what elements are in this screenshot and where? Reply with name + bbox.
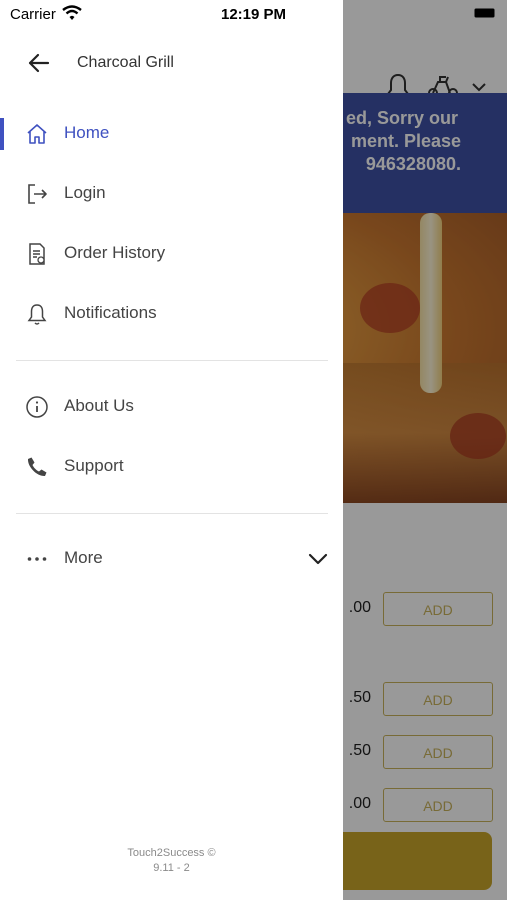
restaurant-name: Charcoal Grill <box>77 54 174 71</box>
divider <box>16 513 328 514</box>
home-icon <box>27 124 47 144</box>
info-icon <box>26 396 48 418</box>
chevron-down-icon[interactable] <box>306 547 330 571</box>
wifi-icon <box>62 5 82 20</box>
menu-item-order-history[interactable]: Order History <box>0 229 343 279</box>
status-time: 12:19 PM <box>221 6 287 23</box>
menu-item-label: More <box>64 548 103 567</box>
footer-brand: Touch2Success © <box>127 847 216 859</box>
menu-item-more[interactable]: More <box>0 534 343 584</box>
drawer-header: Charcoal Grill <box>0 38 343 88</box>
receipt-icon <box>29 243 45 265</box>
status-bar: Carrier 12:19 PM <box>0 0 507 28</box>
menu-item-label: Notifications <box>64 303 157 322</box>
active-indicator <box>0 118 4 150</box>
menu-item-login[interactable]: Login <box>0 169 343 219</box>
menu-item-label: Support <box>64 456 124 475</box>
footer-version: 9.11 - 2 <box>153 862 190 874</box>
bell-icon <box>27 304 47 325</box>
menu-item-about-us[interactable]: About Us <box>0 382 343 432</box>
drawer-footer: Touch2Success © 9.11 - 2 <box>0 846 343 876</box>
navigation-drawer: Charcoal Grill Home Login Order History … <box>0 0 343 900</box>
menu-item-support[interactable]: Support <box>0 442 343 492</box>
menu-item-notifications[interactable]: Notifications <box>0 289 343 339</box>
carrier-label: Carrier <box>10 6 56 23</box>
menu-item-label: Order History <box>64 243 166 262</box>
login-icon <box>28 184 47 204</box>
menu-item-home[interactable]: Home <box>0 109 343 159</box>
ellipsis-icon <box>27 557 47 561</box>
menu-item-label: About Us <box>64 396 134 415</box>
back-arrow-icon[interactable] <box>26 50 52 76</box>
menu-item-label: Home <box>64 123 110 142</box>
divider <box>16 360 328 361</box>
battery-icon <box>472 6 500 20</box>
menu-item-label: Login <box>64 183 106 202</box>
phone-icon <box>27 457 47 477</box>
